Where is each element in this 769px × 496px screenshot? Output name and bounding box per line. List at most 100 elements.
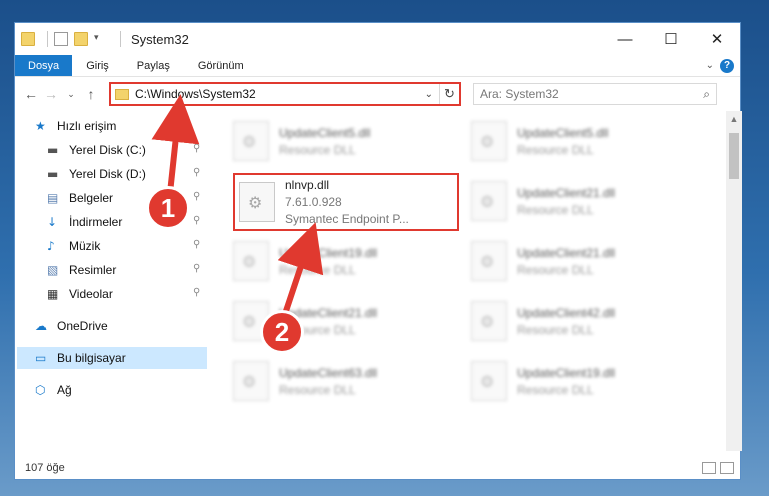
file-tile[interactable]: UpdateClient19.dll Resource DLL <box>471 353 701 409</box>
pin-icon[interactable]: ⚲ <box>193 263 200 274</box>
pin-icon[interactable]: ⚲ <box>193 191 200 202</box>
sidebar-item[interactable]: ▤ Belgeler <box>47 187 113 209</box>
sidebar-item-label: Belgeler <box>69 191 114 205</box>
sidebar-item[interactable]: ▦ Videolar <box>47 283 113 305</box>
address-bar[interactable]: C:\Windows\System32 ⌄ ↻ <box>109 82 461 106</box>
sidebar-item[interactable]: ★ Hızlı erişim <box>35 115 116 137</box>
annotation-callout-2: 2 <box>260 310 304 354</box>
file-tile[interactable]: UpdateClient63.dll Resource DLL <box>233 353 463 409</box>
drive-icon: ▬ <box>47 167 59 181</box>
sidebar-item[interactable]: ▬ Yerel Disk (C:) <box>47 139 146 161</box>
file-description: Symantec Endpoint P... <box>285 212 409 226</box>
separator <box>47 31 48 47</box>
scroll-up-icon[interactable]: ▲ <box>726 111 742 127</box>
refresh-icon[interactable]: ↻ <box>439 84 459 104</box>
ribbon-tabs: Dosya Giriş Paylaş Görünüm ⌄ ? <box>15 55 740 77</box>
forward-icon[interactable]: → <box>41 86 61 102</box>
sidebar-item-label: Ağ <box>57 383 72 397</box>
vertical-scrollbar[interactable]: ▲ <box>726 111 742 451</box>
details-view-icon[interactable] <box>702 462 716 474</box>
search-placeholder: Ara: System32 <box>480 87 559 101</box>
file-name: UpdateClient42.dll <box>517 305 616 320</box>
sidebar-item[interactable]: ☁ OneDrive <box>35 315 108 337</box>
file-tile[interactable]: UpdateClient5.dll Resource DLL <box>233 113 463 169</box>
help-icon[interactable]: ? <box>720 58 734 73</box>
maximize-button[interactable]: ☐ <box>648 24 694 54</box>
dll-file-icon <box>471 361 507 401</box>
separator <box>120 31 121 47</box>
tab-gorunum[interactable]: Görünüm <box>184 55 258 76</box>
recent-locations-icon[interactable]: ⌄ <box>61 89 81 100</box>
computer-icon: ▭ <box>35 351 47 365</box>
scroll-thumb[interactable] <box>729 133 739 179</box>
file-name: UpdateClient21.dll <box>517 245 616 260</box>
customize-quick-access-icon[interactable]: ▾ <box>94 32 108 46</box>
star-icon: ★ <box>35 119 46 133</box>
pin-icon[interactable]: ⚲ <box>193 239 200 250</box>
new-folder-icon[interactable] <box>74 32 88 46</box>
file-name: nlnvp.dll <box>285 178 330 192</box>
sidebar-item-label: Hızlı erişim <box>57 119 117 133</box>
sidebar-item[interactable]: ▧ Resimler <box>47 259 116 281</box>
address-path[interactable]: C:\Windows\System32 <box>135 87 256 101</box>
pin-icon[interactable]: ⚲ <box>193 215 200 226</box>
file-description: Resource DLL <box>517 382 594 397</box>
dll-file-icon <box>239 182 275 222</box>
pictures-icon: ▧ <box>47 263 59 277</box>
file-tile[interactable]: UpdateClient5.dll Resource DLL <box>471 113 701 169</box>
file-tile[interactable]: UpdateClient42.dll Resource DLL <box>471 293 701 349</box>
sidebar-item-label: OneDrive <box>57 319 108 333</box>
minimize-button[interactable]: — <box>602 24 648 54</box>
back-icon[interactable]: ← <box>21 86 41 102</box>
explorer-window: ▾ System32 — ☐ ✕ Dosya Giriş Paylaş Görü… <box>14 22 742 480</box>
file-description: Resource DLL <box>279 382 356 397</box>
file-tile[interactable]: UpdateClient19.dll Resource DLL <box>233 233 463 289</box>
file-tile-nlnvp[interactable]: nlnvp.dll 7.61.0.928 Symantec Endpoint P..… <box>233 173 459 231</box>
file-tile[interactable]: UpdateClient21.dll Resource DLL <box>471 233 701 289</box>
sidebar-item[interactable]: ▬ Yerel Disk (D:) <box>47 163 146 185</box>
sidebar-item[interactable]: ▭ Bu bilgisayar <box>17 347 207 369</box>
dll-file-icon <box>233 121 269 161</box>
file-name: UpdateClient5.dll <box>279 125 371 140</box>
file-description: Resource DLL <box>517 262 594 277</box>
address-dropdown-icon[interactable]: ⌄ <box>425 89 439 100</box>
documents-icon: ▤ <box>47 191 59 205</box>
tab-dosya[interactable]: Dosya <box>15 55 73 76</box>
dll-file-icon <box>233 361 269 401</box>
status-bar: 107 öğe <box>15 457 742 479</box>
sidebar-item-label: Videolar <box>69 287 113 301</box>
search-icon[interactable]: ⌕ <box>703 87 710 102</box>
close-button[interactable]: ✕ <box>694 24 740 54</box>
large-icons-view-icon[interactable] <box>720 462 734 474</box>
file-name: UpdateClient5.dll <box>517 125 609 140</box>
tab-paylas[interactable]: Paylaş <box>123 55 184 76</box>
sidebar-item-label: İndirmeler <box>69 215 123 229</box>
folder-icon <box>115 88 129 100</box>
sidebar-item[interactable]: ♪ Müzik <box>47 235 100 257</box>
sidebar-item[interactable]: ↓ İndirmeler <box>47 211 122 233</box>
network-icon: ⬡ <box>35 383 46 397</box>
properties-icon[interactable] <box>54 32 68 46</box>
item-count: 107 öğe <box>25 462 65 474</box>
tab-giris[interactable]: Giriş <box>72 55 123 76</box>
pin-icon[interactable]: ⚲ <box>193 287 200 298</box>
pin-icon[interactable]: ⚲ <box>193 143 200 154</box>
cloud-icon: ☁ <box>35 319 47 333</box>
file-name: UpdateClient19.dll <box>517 365 616 380</box>
dll-file-icon <box>471 241 507 281</box>
file-description: Resource DLL <box>279 142 356 157</box>
drive-icon: ▬ <box>47 143 59 157</box>
sidebar-item[interactable]: ⬡ Ağ <box>35 379 72 401</box>
up-icon[interactable]: ↑ <box>81 86 101 102</box>
file-name: UpdateClient21.dll <box>517 185 616 200</box>
dll-file-icon <box>471 121 507 161</box>
pin-icon[interactable]: ⚲ <box>193 167 200 178</box>
downloads-icon: ↓ <box>47 215 58 229</box>
expand-ribbon-icon[interactable]: ⌄ <box>706 60 714 71</box>
search-input[interactable]: Ara: System32 ⌕ <box>473 83 717 105</box>
file-list: ▲ UpdateClient5.dllResource DLLUpdateCli… <box>209 111 742 451</box>
dll-file-icon <box>233 241 269 281</box>
annotation-callout-1: 1 <box>146 186 190 230</box>
file-name: UpdateClient63.dll <box>279 365 378 380</box>
file-tile[interactable]: UpdateClient21.dll Resource DLL <box>471 173 701 229</box>
